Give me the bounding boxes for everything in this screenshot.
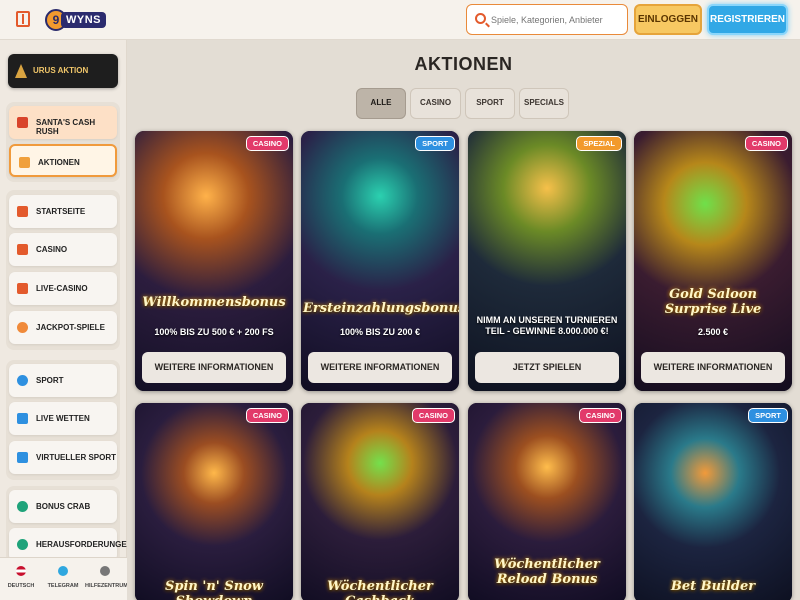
search-input[interactable] <box>491 11 621 29</box>
category-badge: CASINO <box>245 408 289 423</box>
help-center-link[interactable]: HILFEZENTRUM <box>85 558 128 600</box>
sidebar-toggle-icon[interactable] <box>16 11 30 27</box>
top-header: 9 WYNS EINLOGGEN REGISTRIEREN <box>0 0 800 40</box>
jackpot-icon <box>17 322 28 333</box>
sidebar-item-casino[interactable]: CASINO <box>9 233 117 266</box>
more-info-button[interactable]: WEITERE INFORMATIONEN <box>641 352 785 383</box>
promo-card[interactable]: CASINO Willkommensbonus 100% BIS ZU 500 … <box>135 131 293 391</box>
sidebar-group-sport: SPORT LIVE WETTEN VIRTUELLER SPORT <box>6 360 120 480</box>
card-image <box>135 403 293 600</box>
home-icon <box>17 206 28 217</box>
page-title: AKTIONEN <box>414 54 513 74</box>
sidebar-item-label: HERAUSFORDERUNGEN <box>36 540 133 549</box>
promo-card[interactable]: CASINO Spin 'n' Snow Showdown <box>135 403 293 600</box>
play-now-button[interactable]: JETZT SPIELEN <box>475 352 619 383</box>
tab-alle[interactable]: ALLE <box>356 88 406 119</box>
sidebar-item-startseite[interactable]: STARTSEITE <box>9 195 117 228</box>
sidebar-footer: DEUTSCH TELEGRAM HILFEZENTRUM <box>0 557 128 600</box>
sidebar-item-label: STARTSEITE <box>36 207 86 216</box>
more-info-button[interactable]: WEITERE INFORMATIONEN <box>142 352 286 383</box>
help-icon <box>100 566 110 576</box>
urus-icon <box>15 64 27 78</box>
card-title: Wöchentlicher Cashback <box>327 579 433 600</box>
santa-icon <box>17 117 28 128</box>
sidebar-item-urus-aktion[interactable]: URUS AKTION <box>8 54 118 88</box>
card-title: Ersteinzahlungsbonus <box>303 301 459 316</box>
category-badge: CASINO <box>744 136 788 151</box>
card-image <box>634 403 792 600</box>
sidebar-item-label: URUS AKTION <box>33 66 89 75</box>
sidebar-item-jackpot-spiele[interactable]: JACKPOT-SPIELE <box>9 311 117 344</box>
sidebar-group-extras: BONUS CRAB HERAUSFORDERUNGEN <box>6 486 132 566</box>
promo-card[interactable]: SPEZIAL NIMM AN UNSEREN TURNIEREN TEIL -… <box>468 131 626 391</box>
sidebar-item-label: LIVE-CASINO <box>36 284 88 293</box>
telegram-icon <box>58 566 68 576</box>
medal-icon <box>17 539 28 550</box>
telegram-link[interactable]: TELEGRAM <box>43 558 83 600</box>
sidebar-item-label: SPORT <box>36 376 64 385</box>
main-content: AKTIONEN ALLE CASINO SPORT SPECIALS CASI… <box>127 40 800 600</box>
tab-sport[interactable]: SPORT <box>465 88 515 119</box>
sidebar-group-casino: STARTSEITE CASINO LIVE-CASINO JACKPOT-SP… <box>6 190 120 350</box>
sidebar-item-bonus-crab[interactable]: BONUS CRAB <box>9 490 117 523</box>
promo-card[interactable]: CASINO Gold Saloon Surprise Live 2.500 €… <box>634 131 792 391</box>
card-image <box>301 403 459 600</box>
virtual-sport-icon <box>17 452 28 463</box>
crab-icon <box>17 501 28 512</box>
promo-card[interactable]: CASINO Wöchentlicher Cashback <box>301 403 459 600</box>
sidebar: URUS AKTION SANTA'S CASH RUSH AKTIONEN S… <box>0 40 132 600</box>
footer-label: HILFEZENTRUM <box>85 583 128 589</box>
sidebar-item-label: VIRTUELLER SPORT <box>36 453 117 462</box>
category-badge: SPORT <box>415 136 455 151</box>
card-title: Bet Builder <box>670 579 756 594</box>
sidebar-item-sport[interactable]: SPORT <box>9 364 117 397</box>
sidebar-item-label: LIVE WETTEN <box>36 414 90 423</box>
logo-text: WYNS <box>61 12 106 28</box>
promo-card[interactable]: SPORT Bet Builder <box>634 403 792 600</box>
more-info-button[interactable]: WEITERE INFORMATIONEN <box>308 352 452 383</box>
card-title: Spin 'n' Snow Showdown <box>164 579 264 600</box>
language-selector[interactable]: DEUTSCH <box>1 558 41 600</box>
register-button[interactable]: REGISTRIEREN <box>707 4 788 35</box>
sidebar-item-label: CASINO <box>36 245 68 254</box>
search-icon <box>475 13 486 24</box>
category-badge: CASINO <box>245 136 289 151</box>
card-title: Wöchentlicher Reload Bonus <box>494 557 600 587</box>
gift-icon <box>19 157 30 168</box>
footer-label: TELEGRAM <box>47 583 79 589</box>
category-badge: CASINO <box>411 408 455 423</box>
sidebar-item-label: JACKPOT-SPIELE <box>36 323 105 332</box>
live-icon <box>17 413 28 424</box>
card-subtitle: 100% BIS ZU 200 € <box>339 327 421 337</box>
footer-label: DEUTSCH <box>7 583 35 589</box>
search-box[interactable] <box>466 4 628 35</box>
sidebar-item-virtueller-sport[interactable]: VIRTUELLER SPORT <box>9 441 117 474</box>
promo-card[interactable]: CASINO Wöchentlicher Reload Bonus <box>468 403 626 600</box>
card-title: Gold Saloon Surprise Live <box>664 287 762 317</box>
tab-casino[interactable]: CASINO <box>410 88 461 119</box>
sidebar-item-label: BONUS CRAB <box>36 502 91 511</box>
sidebar-group-promos: SANTA'S CASH RUSH AKTIONEN <box>6 102 120 182</box>
ball-icon <box>17 375 28 386</box>
tab-specials[interactable]: SPECIALS <box>519 88 569 119</box>
category-badge: SPORT <box>748 408 788 423</box>
live-casino-icon <box>17 283 28 294</box>
promo-card[interactable]: SPORT Ersteinzahlungsbonus 100% BIS ZU 2… <box>301 131 459 391</box>
sidebar-item-santas-cash-rush[interactable]: SANTA'S CASH RUSH <box>9 106 117 139</box>
category-badge: SPEZIAL <box>576 136 622 151</box>
sidebar-item-live-casino[interactable]: LIVE-CASINO <box>9 272 117 305</box>
card-title: Willkommensbonus <box>142 295 286 310</box>
site-logo[interactable]: 9 WYNS <box>45 7 106 33</box>
sidebar-item-aktionen[interactable]: AKTIONEN <box>9 144 117 177</box>
flag-de-icon <box>16 566 26 576</box>
sidebar-item-label: SANTA'S CASH RUSH <box>36 118 96 136</box>
card-subtitle: NIMM AN UNSEREN TURNIEREN TEIL - GEWINNE… <box>476 315 618 336</box>
sidebar-item-live-wetten[interactable]: LIVE WETTEN <box>9 402 117 435</box>
category-badge: CASINO <box>578 408 622 423</box>
sidebar-item-label: AKTIONEN <box>38 158 80 167</box>
card-subtitle: 2.500 € <box>697 327 729 337</box>
cards-icon <box>17 244 28 255</box>
card-subtitle: 100% BIS ZU 500 € + 200 FS <box>154 327 274 337</box>
login-button[interactable]: EINLOGGEN <box>634 4 702 35</box>
